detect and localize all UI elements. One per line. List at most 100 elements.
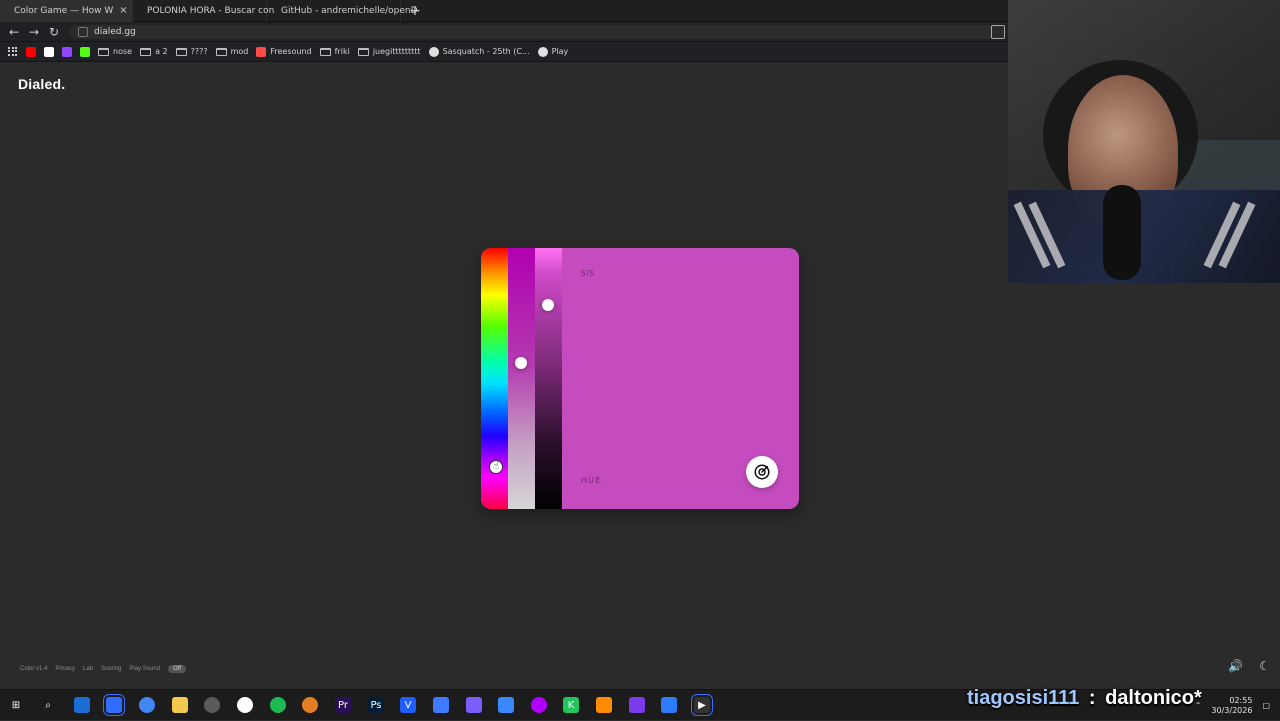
bookmark-apps[interactable] [8, 46, 18, 57]
media-player-icon[interactable]: ▶ [691, 694, 713, 716]
page-controls: 🔊 ☾ [1228, 659, 1270, 673]
saturation-knob[interactable] [515, 356, 527, 369]
folder-icon [319, 47, 331, 56]
spotify-icon[interactable] [270, 697, 286, 713]
bookmark-folder-mod[interactable]: mod [215, 47, 249, 56]
bookmark-label: juegittttttttt [372, 47, 421, 56]
mode-label: HUE [581, 476, 603, 485]
app-icon[interactable] [596, 697, 612, 713]
tray-icon[interactable]: ⌃ [1195, 701, 1202, 710]
folder-icon [357, 47, 369, 56]
folder-icon [215, 47, 227, 56]
microphone [1103, 185, 1141, 280]
brand-logo: Dialed. [18, 76, 66, 92]
bookmark-label: Play [551, 47, 569, 56]
site-info-icon [78, 27, 88, 37]
bookmark-label: nose [113, 47, 133, 56]
app-icon[interactable] [629, 697, 645, 713]
color-game-card: ☝ 5/5 HUE [481, 248, 799, 509]
forward-button[interactable]: → [26, 24, 42, 40]
bookmark-label: a 2 [155, 47, 168, 56]
bookmark-folder-juegit[interactable]: juegittttttttt [357, 47, 421, 56]
round-progress: 5/5 [581, 269, 596, 278]
bookmark-kick[interactable] [80, 46, 90, 57]
app-icon[interactable] [103, 694, 125, 716]
bookmark-x[interactable] [44, 46, 54, 57]
bookmark-folder-a2[interactable]: a 2 [140, 47, 168, 56]
page-viewport: Dialed. ☝ 5/5 HUE Color v1.4 Privacy Lab… [0, 62, 1270, 689]
steam-icon[interactable] [498, 697, 514, 713]
x-icon [44, 46, 54, 57]
bookmark-sasquatch[interactable]: Sasquatch - 25th (C... [428, 46, 530, 57]
freesound-icon [256, 46, 267, 57]
file-explorer-icon[interactable] [74, 697, 90, 713]
search-icon[interactable]: ⌕ [40, 697, 56, 713]
saturation-slider[interactable] [508, 248, 535, 509]
app-icon[interactable] [466, 697, 482, 713]
photoshop-icon[interactable]: Ps [368, 697, 384, 713]
windows-taskbar: ⊞ ⌕ Pr Ps V K ▶ ⌃ 02:55 30/3/2026 ▢ [0, 689, 1280, 720]
steam-icon[interactable] [661, 697, 677, 713]
bookmark-youtube[interactable] [26, 46, 36, 57]
lightness-slider[interactable] [535, 248, 562, 509]
bookmark-folder-questions[interactable]: ???? [175, 47, 208, 56]
footer-link-privacy[interactable]: Privacy [55, 666, 75, 672]
footer-link-scoring[interactable]: Scoring [101, 666, 121, 672]
footer-link-play-sound[interactable]: Play Sound [129, 666, 160, 672]
youtube-icon [26, 46, 36, 57]
url-input[interactable]: dialed.gg [70, 25, 1005, 39]
webcam-overlay [1008, 0, 1280, 283]
url-text: dialed.gg [94, 27, 136, 37]
kick-icon[interactable]: K [563, 697, 579, 713]
bookmark-label: Sasquatch - 25th (C... [442, 47, 530, 56]
tab-title: GitHub - andremichelle/openD [281, 6, 418, 16]
app-icon[interactable]: V [400, 697, 416, 713]
premiere-icon[interactable]: Pr [335, 697, 351, 713]
bookmark-label: mod [230, 47, 249, 56]
bookmark-twitch[interactable] [62, 46, 72, 57]
page-footer: Color v1.4 Privacy Lab Scoring Play Soun… [20, 665, 186, 673]
version-text: Color v1.4 [20, 666, 48, 672]
target-icon [754, 464, 770, 480]
app-icon[interactable] [433, 697, 449, 713]
app-icon[interactable] [531, 697, 547, 713]
folder-icon [140, 47, 152, 56]
sound-toggle[interactable]: Off [168, 665, 186, 673]
tab-title: POLONIA HORA - Buscar con [147, 6, 275, 16]
apps-icon [8, 46, 18, 57]
kick-icon [80, 46, 90, 57]
chrome-icon[interactable] [139, 697, 155, 713]
folder-icon[interactable] [172, 697, 188, 713]
app-icon[interactable] [302, 697, 318, 713]
tab-polonia-hora[interactable]: POLONIA HORA - Buscar con [133, 0, 274, 22]
bookmark-folder-friki[interactable]: friki [319, 47, 350, 56]
bookmark-play[interactable]: Play [537, 46, 569, 57]
moon-icon[interactable]: ☾ [1259, 659, 1270, 673]
bookmarks-bar: nose a 2 ???? mod Freesound friki juegit… [0, 42, 1008, 62]
notifications-icon[interactable]: ▢ [1262, 701, 1270, 710]
tab-color-game[interactable]: Color Game — How W × [0, 0, 133, 22]
submit-color-button[interactable] [746, 456, 778, 488]
new-tab-button[interactable]: + [407, 3, 423, 19]
app-icon[interactable] [237, 697, 253, 713]
cast-icon[interactable] [991, 25, 1005, 39]
bookmark-label: ???? [190, 47, 208, 56]
reload-button[interactable]: ↻ [46, 24, 62, 40]
tab-github[interactable]: GitHub - andremichelle/openD [267, 0, 418, 22]
system-tray: ⌃ 02:55 30/3/2026 ▢ [1020, 690, 1280, 721]
windows-start-icon[interactable]: ⊞ [8, 697, 24, 713]
volume-icon[interactable]: 🔊 [1228, 659, 1243, 673]
clock-date: 30/3/2026 [1211, 705, 1253, 715]
close-tab-icon[interactable]: × [119, 6, 127, 16]
bookmark-label: friki [334, 47, 350, 56]
clock[interactable]: 02:55 30/3/2026 [1211, 696, 1252, 716]
bookmark-freesound[interactable]: Freesound [256, 46, 312, 57]
twitch-icon [62, 46, 72, 57]
site-icon [537, 46, 548, 57]
footer-link-lab[interactable]: Lab [83, 666, 93, 672]
bookmark-label: Freesound [270, 47, 312, 56]
folder-icon [98, 47, 109, 56]
obs-icon[interactable] [204, 697, 220, 713]
bookmark-folder-nose[interactable]: nose [98, 47, 132, 56]
back-button[interactable]: ← [6, 24, 22, 40]
